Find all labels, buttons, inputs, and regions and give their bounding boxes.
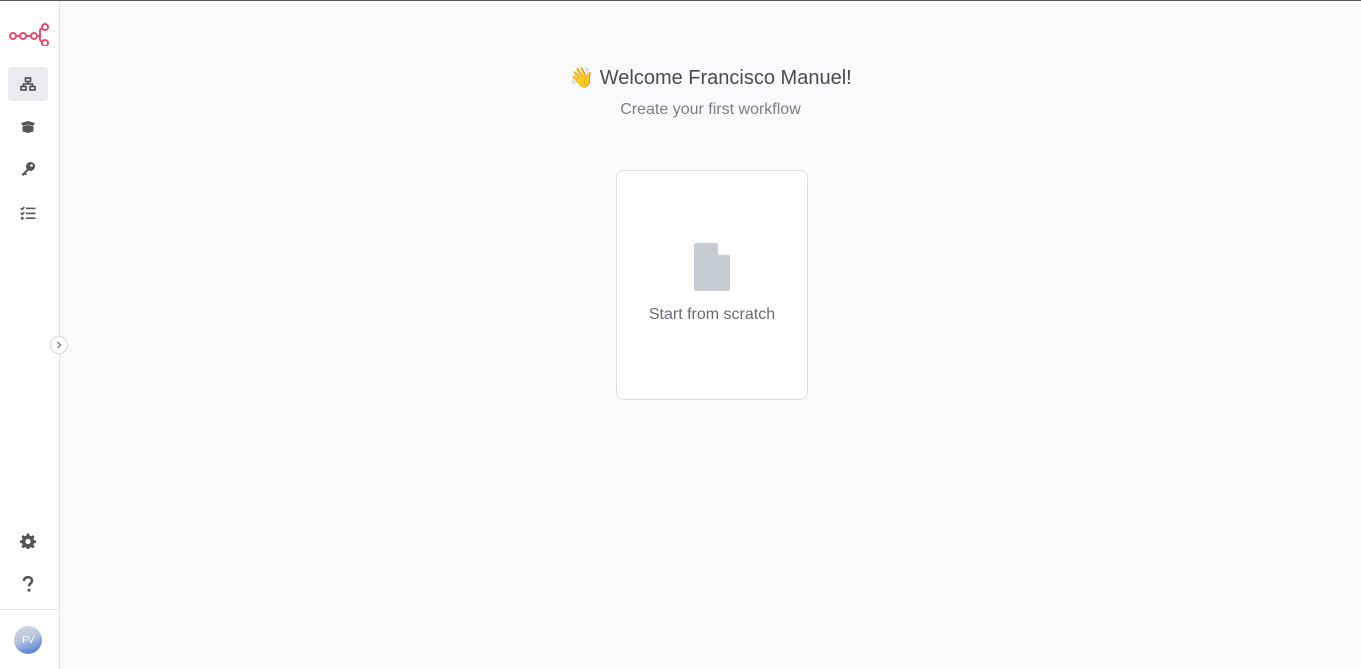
sidebar-item-workflows[interactable] <box>8 67 48 101</box>
page-subtitle: Create your first workflow <box>620 101 801 118</box>
sidebar-item-executions[interactable] <box>8 196 48 230</box>
network-icon <box>20 77 36 91</box>
wave-emoji: 👋 <box>569 67 595 89</box>
question-icon <box>22 575 34 592</box>
avatar[interactable]: FV <box>14 626 42 654</box>
sidebar-item-settings[interactable] <box>8 524 48 558</box>
page-title: 👋 Welcome Francisco Manuel! <box>60 65 1361 90</box>
avatar-initials: FV <box>22 634 34 646</box>
sidebar: FV <box>0 1 60 669</box>
sidebar-divider <box>0 609 59 610</box>
chevron-right-icon <box>57 341 62 349</box>
box-open-icon <box>21 121 35 133</box>
file-icon <box>694 243 730 291</box>
sidebar-collapse-button[interactable] <box>50 336 68 354</box>
app-window: FV 👋 Welcome Francisco Manuel! Create yo… <box>0 0 1361 669</box>
sidebar-item-credentials[interactable] <box>8 152 48 186</box>
main-content: 👋 Welcome Francisco Manuel! Create your … <box>60 1 1361 669</box>
welcome-text: Welcome Francisco Manuel! <box>599 67 852 89</box>
tasks-icon <box>20 206 36 220</box>
card-label: Start from scratch <box>648 306 776 323</box>
n8n-logo-icon[interactable] <box>8 21 50 47</box>
key-icon <box>21 162 35 176</box>
start-from-scratch-card[interactable]: Start from scratch <box>616 170 808 400</box>
sidebar-item-help[interactable] <box>8 567 48 601</box>
sidebar-item-templates[interactable] <box>8 110 48 144</box>
gear-icon <box>20 533 36 549</box>
